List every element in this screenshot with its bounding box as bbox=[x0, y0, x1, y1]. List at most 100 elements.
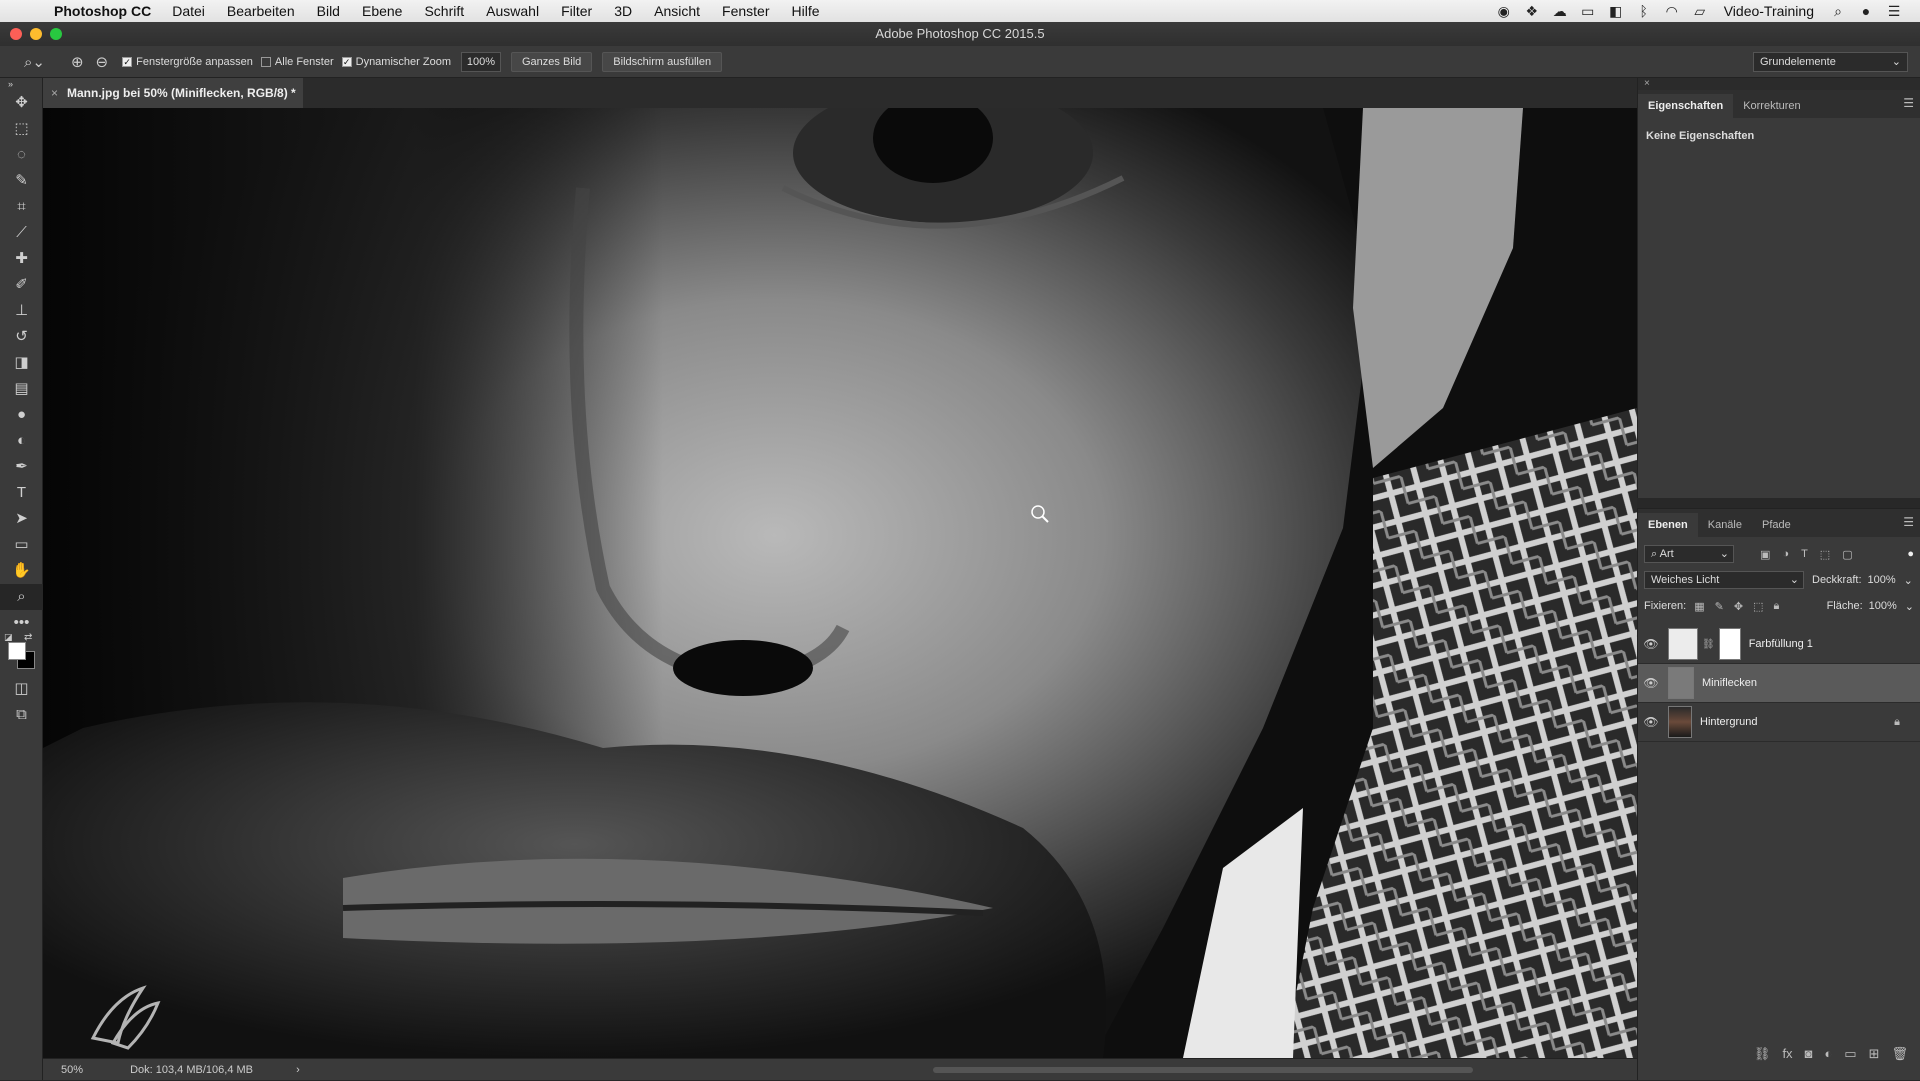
horizontal-scrollbar[interactable] bbox=[933, 1067, 1473, 1073]
app-status-icon[interactable]: ◧ bbox=[1602, 3, 1630, 20]
type-tool-icon[interactable]: T bbox=[0, 480, 43, 506]
eye-icon[interactable]: 👁︎ bbox=[1638, 637, 1664, 651]
tab-korrekturen[interactable]: Korrekturen bbox=[1733, 94, 1810, 118]
workspace-dropdown[interactable]: Grundelemente ⌄ bbox=[1753, 52, 1908, 72]
tab-pfade[interactable]: Pfade bbox=[1752, 513, 1801, 537]
layer-farbfuellung[interactable]: 👁︎ ⛓ Farbfüllung 1 bbox=[1638, 625, 1920, 664]
menu-bild[interactable]: Bild bbox=[306, 3, 351, 19]
add-mask-icon[interactable]: ◙ bbox=[1805, 1046, 1813, 1062]
lock-artboard-icon[interactable]: ⬚ bbox=[1753, 600, 1763, 613]
close-document-icon[interactable]: × bbox=[51, 78, 58, 108]
filter-smartobject-icon[interactable]: ▢ bbox=[1842, 548, 1852, 561]
clone-stamp-tool-icon[interactable]: ⊥ bbox=[0, 298, 43, 324]
menu-filter[interactable]: Filter bbox=[550, 3, 603, 19]
lock-all-icon[interactable]: 🔒︎ bbox=[1773, 600, 1779, 613]
fit-window-checkbox[interactable]: ✓ Fenstergröße anpassen bbox=[122, 56, 253, 68]
menu-bearbeiten[interactable]: Bearbeiten bbox=[216, 3, 306, 19]
layer-miniflecken[interactable]: 👁︎ Miniflecken bbox=[1638, 664, 1920, 703]
eraser-tool-icon[interactable]: ◨ bbox=[0, 350, 43, 376]
move-tool-icon[interactable]: ✥ bbox=[0, 90, 43, 116]
close-window-icon[interactable] bbox=[10, 28, 22, 40]
filter-pixel-icon[interactable]: ▣ bbox=[1760, 548, 1770, 561]
zoom-out-icon[interactable]: ⊖ bbox=[90, 53, 115, 71]
zoom-tool-icon[interactable]: ⌕ bbox=[0, 584, 43, 610]
fill-screen-button[interactable]: Bildschirm ausfüllen bbox=[602, 51, 723, 72]
quick-mask-icon[interactable]: ◫ bbox=[0, 676, 43, 702]
battery-icon[interactable]: ▭ bbox=[1574, 3, 1602, 20]
lock-position-icon[interactable]: ✥ bbox=[1734, 600, 1743, 613]
new-layer-icon[interactable]: ⊞ bbox=[1869, 1046, 1880, 1062]
fill-input[interactable]: 100% bbox=[1869, 600, 1897, 612]
tab-kanaele[interactable]: Kanäle bbox=[1698, 513, 1752, 537]
layer-mask-thumbnail[interactable] bbox=[1718, 628, 1741, 660]
opacity-input[interactable]: 100% bbox=[1868, 574, 1896, 586]
adjustment-layer-icon[interactable]: ◐ bbox=[1824, 1046, 1832, 1062]
user-name[interactable]: Video-Training bbox=[1714, 3, 1824, 19]
panel-menu-icon[interactable]: ☰ bbox=[1903, 515, 1914, 529]
record-icon[interactable]: ◉ bbox=[1490, 3, 1518, 20]
history-brush-tool-icon[interactable]: ↺ bbox=[0, 324, 43, 350]
path-selection-tool-icon[interactable]: ➤ bbox=[0, 506, 43, 532]
filter-toggle-icon[interactable]: ● bbox=[1907, 548, 1914, 560]
scrubby-zoom-checkbox[interactable]: ✓ Dynamischer Zoom bbox=[341, 56, 451, 68]
notification-center-icon[interactable]: ☰ bbox=[1880, 3, 1908, 20]
fit-screen-button[interactable]: Ganzes Bild bbox=[510, 51, 593, 72]
menu-3d[interactable]: 3D bbox=[603, 3, 643, 19]
menu-auswahl[interactable]: Auswahl bbox=[475, 3, 550, 19]
chevron-down-icon[interactable]: ⌄ bbox=[1905, 600, 1914, 613]
new-group-icon[interactable]: ▭ bbox=[1844, 1046, 1856, 1062]
dodge-tool-icon[interactable]: ◐ bbox=[0, 428, 43, 454]
tab-eigenschaften[interactable]: Eigenschaften bbox=[1638, 94, 1734, 118]
menu-ansicht[interactable]: Ansicht bbox=[643, 3, 711, 19]
status-arrow-icon[interactable]: › bbox=[296, 1064, 300, 1076]
bluetooth-icon[interactable]: ᛒ bbox=[1630, 3, 1658, 19]
healing-brush-tool-icon[interactable]: ✚ bbox=[0, 246, 43, 272]
dropbox-icon[interactable]: ❖ bbox=[1518, 3, 1546, 20]
menu-fenster[interactable]: Fenster bbox=[711, 3, 780, 19]
chevron-down-icon[interactable]: ⌄ bbox=[1904, 574, 1913, 587]
menu-schrift[interactable]: Schrift bbox=[413, 3, 475, 19]
hand-tool-icon[interactable]: ✋ bbox=[0, 558, 43, 584]
eye-icon[interactable]: 👁︎ bbox=[1638, 715, 1664, 729]
layer-hintergrund[interactable]: 👁︎ Hintergrund 🔒︎ bbox=[1638, 703, 1920, 742]
blend-mode-dropdown[interactable]: Weiches Licht ⌄ bbox=[1644, 571, 1804, 589]
filter-kind-dropdown[interactable]: ⌕ Art ⌄ bbox=[1644, 545, 1734, 563]
fx-icon[interactable]: fx bbox=[1782, 1046, 1792, 1062]
rectangle-tool-icon[interactable]: ▭ bbox=[0, 532, 43, 558]
document-tab[interactable]: × Mann.jpg bei 50% (Miniflecken, RGB/8) … bbox=[43, 78, 303, 108]
quick-selection-tool-icon[interactable]: ✎ bbox=[0, 168, 43, 194]
wifi-icon[interactable]: ◠ bbox=[1658, 3, 1686, 20]
all-windows-checkbox[interactable]: Alle Fenster bbox=[260, 56, 334, 68]
eye-icon[interactable]: 👁︎ bbox=[1638, 676, 1664, 690]
link-icon[interactable]: ⛓ bbox=[1702, 639, 1715, 650]
panel-close-icon[interactable]: × bbox=[1638, 78, 1920, 90]
foreground-color-swatch[interactable] bbox=[8, 642, 26, 660]
siri-icon[interactable]: ● bbox=[1852, 3, 1880, 19]
zoom-level[interactable]: 50% bbox=[61, 1064, 83, 1076]
gradient-tool-icon[interactable]: ▤ bbox=[0, 376, 43, 402]
airplay-icon[interactable]: ▱ bbox=[1686, 3, 1714, 20]
cloud-icon[interactable]: ☁ bbox=[1546, 3, 1574, 20]
lasso-tool-icon[interactable]: ◌ bbox=[0, 142, 43, 168]
filter-adjustment-icon[interactable]: ◑ bbox=[1782, 548, 1789, 560]
zoom-tool-preset-icon[interactable]: ⌕⌄ bbox=[18, 53, 51, 71]
panel-menu-icon[interactable]: ☰ bbox=[1903, 96, 1914, 110]
collapse-icon[interactable]: » bbox=[0, 78, 43, 90]
filter-type-icon[interactable]: T bbox=[1801, 548, 1808, 560]
spotlight-search-icon[interactable]: ⌕ bbox=[1824, 3, 1852, 20]
brush-tool-icon[interactable]: ✐ bbox=[0, 272, 43, 298]
menu-hilfe[interactable]: Hilfe bbox=[781, 3, 831, 19]
minimize-window-icon[interactable] bbox=[30, 28, 42, 40]
document-canvas[interactable] bbox=[43, 108, 1637, 1058]
zoom-window-icon[interactable] bbox=[50, 28, 62, 40]
eyedropper-tool-icon[interactable]: ⟋ bbox=[0, 220, 43, 246]
crop-tool-icon[interactable]: ⌗ bbox=[0, 194, 43, 220]
menu-datei[interactable]: Datei bbox=[161, 3, 216, 19]
filter-shape-icon[interactable]: ⬚ bbox=[1820, 548, 1830, 561]
link-layers-icon[interactable]: ⛓ bbox=[1754, 1046, 1771, 1062]
trash-icon[interactable]: 🗑︎ bbox=[1891, 1046, 1908, 1062]
zoom-100-button[interactable]: 100% bbox=[460, 51, 501, 72]
zoom-in-icon[interactable]: ⊕ bbox=[65, 53, 90, 71]
pen-tool-icon[interactable]: ✒ bbox=[0, 454, 43, 480]
lock-image-icon[interactable]: ✎ bbox=[1715, 600, 1724, 613]
